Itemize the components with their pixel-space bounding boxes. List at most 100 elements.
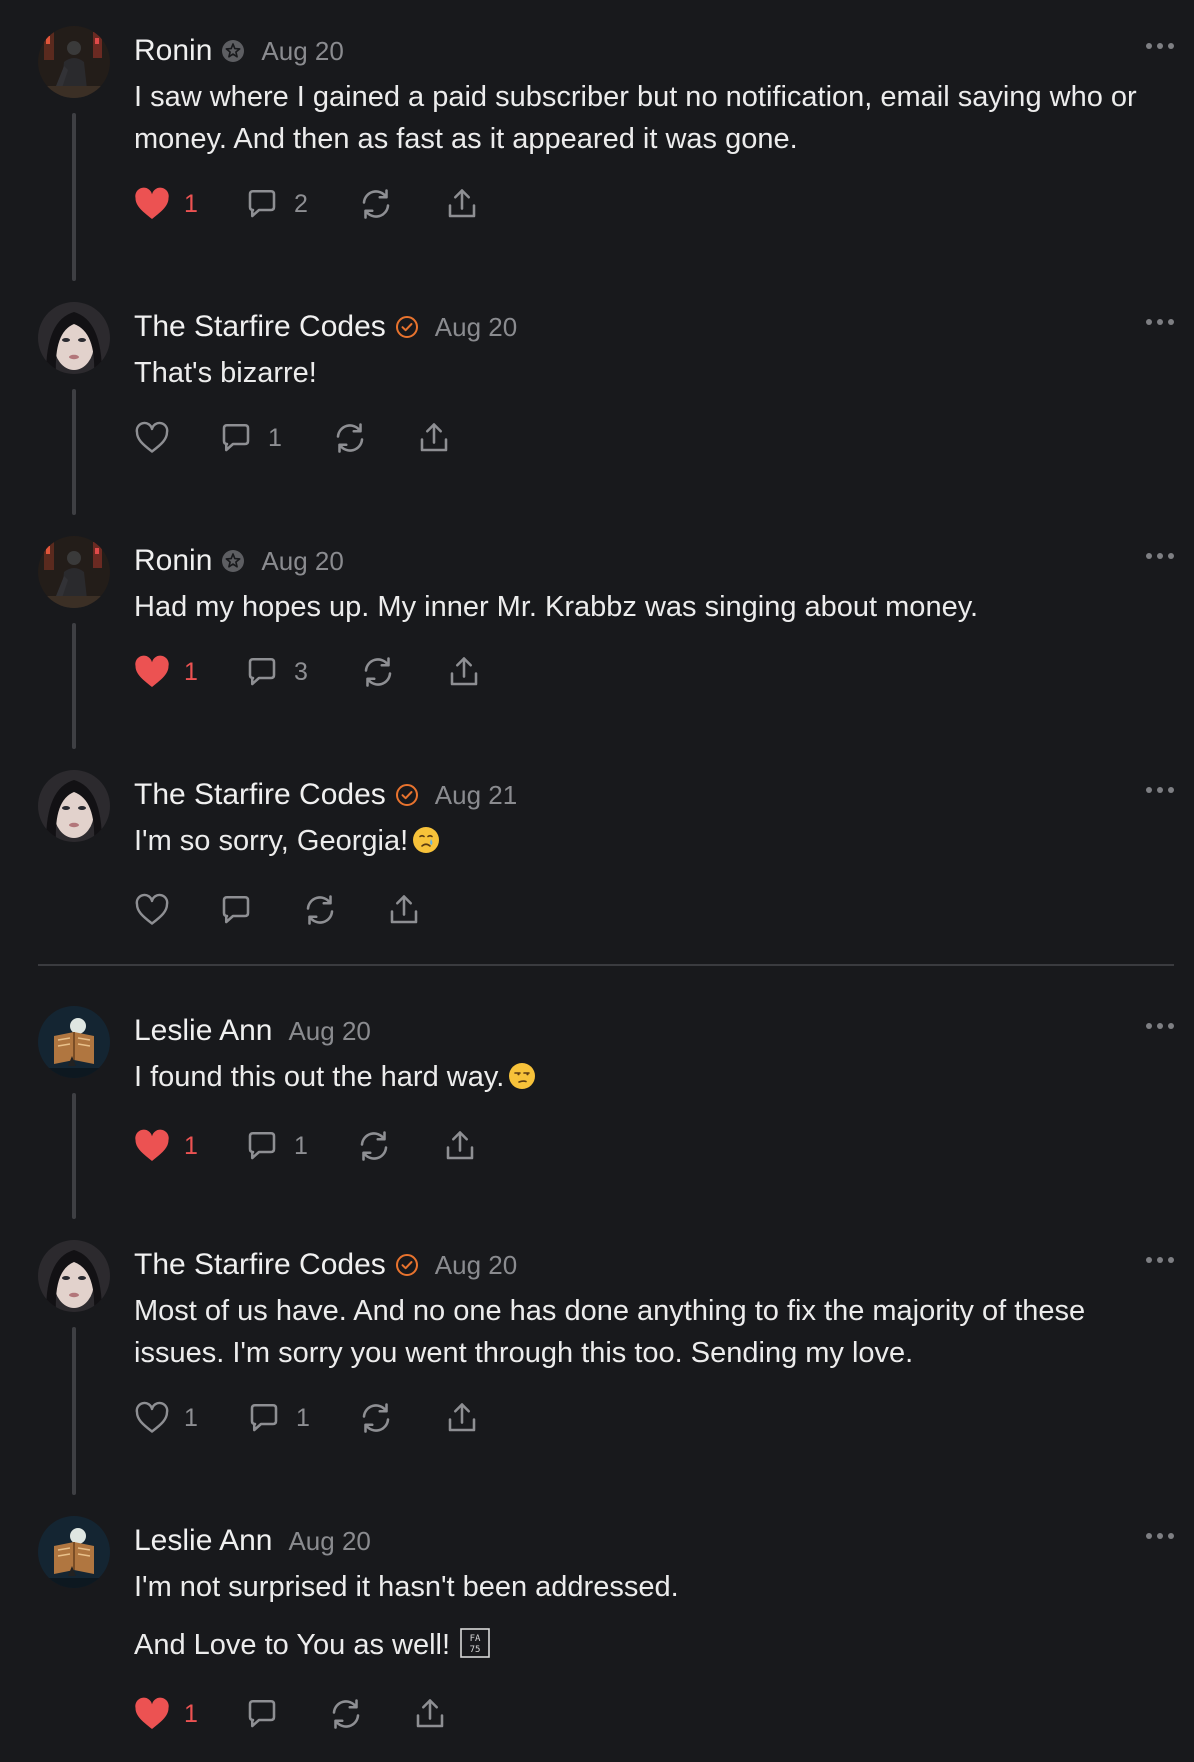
heart-filled-icon xyxy=(134,1697,170,1731)
heart-filled-icon xyxy=(134,187,170,221)
share-button[interactable] xyxy=(412,1696,448,1732)
restack-button[interactable] xyxy=(360,654,446,690)
comment-date: Aug 21 xyxy=(434,779,518,810)
reply-count: 1 xyxy=(268,423,282,452)
comment-bubble-icon xyxy=(244,654,280,690)
comment-bubble-icon xyxy=(244,1696,280,1732)
thread-line xyxy=(72,389,76,515)
share-icon xyxy=(444,186,480,222)
share-button[interactable] xyxy=(444,186,480,222)
comment-text: And Love to You as well! xyxy=(134,1629,451,1661)
author-name[interactable]: Ronin xyxy=(134,544,212,578)
reply-button[interactable] xyxy=(218,892,302,928)
comment-date: Aug 20 xyxy=(288,1015,371,1046)
avatar-leslie-ann[interactable] xyxy=(38,1006,110,1078)
like-button[interactable]: 1 xyxy=(134,1129,244,1163)
reply-button[interactable]: 1 xyxy=(246,1400,358,1436)
restack-button[interactable] xyxy=(358,1400,444,1436)
comment-text: I'm so sorry, Georgia! xyxy=(134,825,409,857)
author-name[interactable]: The Starfire Codes xyxy=(134,1248,386,1282)
comment-text-line: I'm so sorry, Georgia! xyxy=(134,820,1174,866)
verified-check-icon xyxy=(395,1253,419,1277)
comment-text-line: And Love to You as well! FA 75 xyxy=(134,1624,1174,1670)
avatar-ronin[interactable] xyxy=(38,26,110,98)
share-button[interactable] xyxy=(442,1128,478,1164)
restack-icon xyxy=(356,1128,392,1164)
comment-text: That's bizarre! xyxy=(134,357,317,389)
reply-button[interactable]: 2 xyxy=(244,186,358,222)
heart-filled-icon xyxy=(134,1129,170,1163)
thread-line xyxy=(72,623,76,749)
share-button[interactable] xyxy=(446,654,482,690)
restack-icon xyxy=(358,1400,394,1436)
comment-bubble-icon xyxy=(246,1400,282,1436)
more-options-button[interactable] xyxy=(1146,1530,1174,1542)
more-options-button[interactable] xyxy=(1146,316,1174,328)
share-icon xyxy=(412,1696,448,1732)
restack-button[interactable] xyxy=(328,1696,412,1732)
avatar-the-starfire-codes[interactable] xyxy=(38,1240,110,1312)
comment-bubble-icon xyxy=(218,892,254,928)
comment-text: I'm not surprised it hasn't been address… xyxy=(134,1571,679,1603)
verified-check-icon xyxy=(395,315,419,339)
like-button[interactable] xyxy=(134,421,218,455)
restack-icon xyxy=(302,892,338,928)
like-count: 1 xyxy=(184,189,198,218)
author-name[interactable]: The Starfire Codes xyxy=(134,310,386,344)
restack-button[interactable] xyxy=(332,420,416,456)
avatar-leslie-ann[interactable] xyxy=(38,1516,110,1588)
subscriber-badge-icon xyxy=(221,549,245,573)
restack-icon xyxy=(358,186,394,222)
verified-check-icon xyxy=(395,783,419,807)
more-options-button[interactable] xyxy=(1146,40,1174,52)
share-icon xyxy=(386,892,422,928)
more-options-button[interactable] xyxy=(1146,1254,1174,1266)
avatar-the-starfire-codes[interactable] xyxy=(38,770,110,842)
share-button[interactable] xyxy=(416,420,452,456)
author-name[interactable]: Ronin xyxy=(134,34,212,68)
missing-glyph-code: FA 75 xyxy=(470,1634,481,1655)
comment-text-line: I found this out the hard way. xyxy=(134,1056,1174,1102)
like-button[interactable]: 1 xyxy=(134,1697,244,1731)
comment-date: Aug 20 xyxy=(434,311,518,342)
avatar-the-starfire-codes[interactable] xyxy=(38,302,110,374)
author-name[interactable]: The Starfire Codes xyxy=(134,778,386,812)
thread-divider xyxy=(38,964,1174,966)
comment-text: Had my hopes up. My inner Mr. Krabbz was… xyxy=(134,591,979,623)
author-name[interactable]: Leslie Ann xyxy=(134,1524,272,1558)
restack-icon xyxy=(360,654,396,690)
share-icon xyxy=(416,420,452,456)
reply-button[interactable]: 1 xyxy=(218,420,332,456)
reply-button[interactable]: 3 xyxy=(244,654,360,690)
reply-button[interactable] xyxy=(244,1696,328,1732)
like-count: 1 xyxy=(184,1131,198,1160)
restack-button[interactable] xyxy=(358,186,444,222)
more-options-button[interactable] xyxy=(1146,550,1174,562)
share-button[interactable] xyxy=(444,1400,480,1436)
like-button[interactable] xyxy=(134,893,218,927)
comment-text: Most of us have. And no one has done any… xyxy=(134,1295,1086,1369)
comment-date: Aug 20 xyxy=(434,1249,518,1280)
more-options-button[interactable] xyxy=(1146,1020,1174,1032)
avatar-ronin[interactable] xyxy=(38,536,110,608)
comment-text: I found this out the hard way. xyxy=(134,1061,505,1093)
like-button[interactable]: 1 xyxy=(134,1401,246,1435)
comment-bubble-icon xyxy=(244,1128,280,1164)
restack-button[interactable] xyxy=(302,892,386,928)
restack-button[interactable] xyxy=(356,1128,442,1164)
more-options-button[interactable] xyxy=(1146,784,1174,796)
share-icon xyxy=(446,654,482,690)
subscriber-badge-icon xyxy=(221,39,245,63)
reply-button[interactable]: 1 xyxy=(244,1128,356,1164)
reply-count: 1 xyxy=(296,1403,310,1432)
share-icon xyxy=(442,1128,478,1164)
like-button[interactable]: 1 xyxy=(134,655,244,689)
restack-icon xyxy=(328,1696,364,1732)
like-count: 1 xyxy=(184,1699,198,1728)
reply-count: 3 xyxy=(294,657,308,686)
author-name[interactable]: Leslie Ann xyxy=(134,1014,272,1048)
comment-date: Aug 20 xyxy=(261,35,344,66)
share-button[interactable] xyxy=(386,892,422,928)
comment-date: Aug 20 xyxy=(261,545,344,576)
like-button[interactable]: 1 xyxy=(134,187,244,221)
